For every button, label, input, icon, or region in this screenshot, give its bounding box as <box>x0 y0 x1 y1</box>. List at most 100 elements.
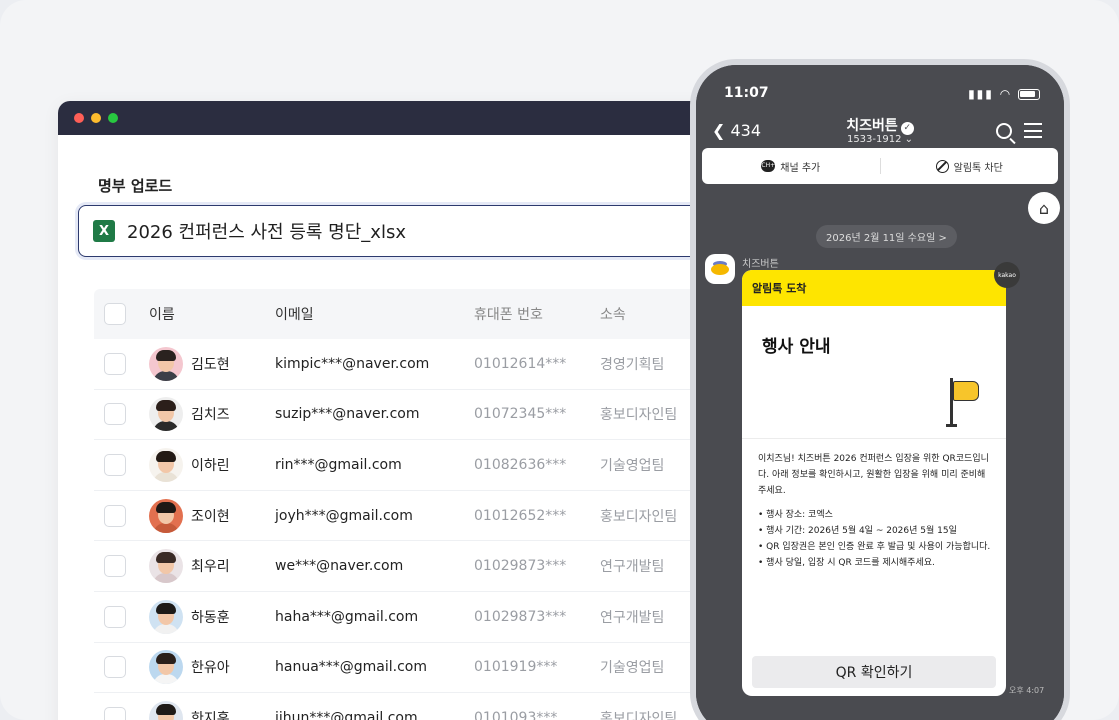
email-cell: kimpic***@naver.com <box>275 355 430 372</box>
date-pill[interactable]: 2026년 2월 11일 수요일 > <box>816 225 957 248</box>
message-bullet: • QR 입장권은 본인 인증 완료 후 발급 및 사용이 가능합니다. <box>758 542 991 552</box>
row-checkbox[interactable] <box>104 605 126 628</box>
person-name: 조이현 <box>191 508 230 525</box>
canvas: 명부 업로드 X 2026 컨퍼런스 사전 등록 명단_xlsx 이름 이메일 … <box>0 0 1119 720</box>
alimtalk-message-card: 알림톡 도착 행사 안내 이치즈님! 치즈버튼 2026 컨퍼런스 입장을 위한… <box>742 270 1006 696</box>
select-all-checkbox[interactable] <box>104 303 126 325</box>
header-dept: 소속 <box>600 307 626 323</box>
row-checkbox[interactable] <box>104 656 126 679</box>
person-name: 한지훈 <box>191 710 230 720</box>
table-row[interactable]: 한지훈 jihun***@gmail.com 0101093*** 홍보디자인팀 <box>94 693 758 720</box>
name-cell: 한유아 <box>149 650 230 685</box>
home-icon[interactable]: ⌂ <box>1028 192 1060 224</box>
table-row[interactable]: 김도현 kimpic***@naver.com 01012614*** 경영기획팀 <box>94 339 758 390</box>
email-cell: jihun***@gmail.com <box>275 709 418 720</box>
table-row[interactable]: 이하린 rin***@gmail.com 01082636*** 기술영업팀 <box>94 440 758 491</box>
table-row[interactable]: 김치즈 suzip***@naver.com 01072345*** 홍보디자인팀 <box>94 390 758 441</box>
avatar <box>149 599 183 634</box>
dept-cell: 홍보디자인팀 <box>600 407 678 424</box>
status-icons: ▮▮▮ ◠ <box>968 87 1040 101</box>
table-row[interactable]: 조이현 joyh***@gmail.com 01012652*** 홍보디자인팀 <box>94 491 758 542</box>
email-cell: we***@naver.com <box>275 558 404 575</box>
sender-avatar[interactable] <box>705 254 735 284</box>
name-cell: 이하린 <box>149 447 230 482</box>
table-row[interactable]: 하동훈 haha***@gmail.com 01029873*** 연구개발팀 <box>94 592 758 643</box>
flag-icon <box>946 378 982 428</box>
phone-cell: 01012652*** <box>474 507 567 524</box>
dept-cell: 기술영업팀 <box>600 660 665 677</box>
message-intro: 이치즈님! 치즈버튼 2026 컨퍼런스 입장을 위한 QR코드입니다. 아래 … <box>758 454 989 496</box>
name-cell: 한지훈 <box>149 700 230 720</box>
avatar <box>149 397 183 432</box>
header-phone: 휴대폰 번호 <box>474 307 543 323</box>
close-window-button[interactable] <box>74 113 84 123</box>
sender-name: 치즈버튼 <box>742 259 779 270</box>
maximize-window-button[interactable] <box>108 113 118 123</box>
window-titlebar <box>58 101 758 135</box>
divider <box>742 438 1006 439</box>
person-name: 김치즈 <box>191 407 230 424</box>
row-checkbox[interactable] <box>104 352 126 375</box>
dept-cell: 홍보디자인팀 <box>600 508 678 525</box>
block-alimtalk-button[interactable]: 알림톡 차단 <box>881 159 1059 174</box>
search-icon[interactable] <box>996 123 1012 139</box>
block-icon <box>935 159 949 173</box>
roster-table: 이름 이메일 휴대폰 번호 소속 김도현 kimpic***@naver.com 0… <box>94 289 758 720</box>
phone-cell: 01029873*** <box>474 558 567 575</box>
name-cell: 조이현 <box>149 498 230 533</box>
person-name: 한유아 <box>191 660 230 677</box>
email-cell: hanua***@gmail.com <box>275 659 428 676</box>
card-title: 행사 안내 <box>762 337 831 357</box>
menu-icon[interactable] <box>1024 123 1042 138</box>
upload-section-title: 명부 업로드 <box>98 177 173 195</box>
phone-cell: 01072345*** <box>474 406 567 423</box>
channel-add-icon: CH+ <box>761 160 776 172</box>
email-cell: joyh***@gmail.com <box>275 507 413 524</box>
name-cell: 김도현 <box>149 346 230 381</box>
row-checkbox[interactable] <box>104 403 126 426</box>
desktop-window: 명부 업로드 X 2026 컨퍼런스 사전 등록 명단_xlsx 이름 이메일 … <box>58 101 758 720</box>
dept-cell: 연구개발팀 <box>600 559 665 576</box>
header-email: 이메일 <box>275 307 314 323</box>
row-checkbox[interactable] <box>104 453 126 476</box>
avatar <box>149 498 183 533</box>
table-row[interactable]: 최우리 we***@naver.com 01029873*** 연구개발팀 <box>94 541 758 592</box>
avatar <box>149 549 183 584</box>
avatar <box>149 346 183 381</box>
row-checkbox[interactable] <box>104 555 126 578</box>
row-checkbox[interactable] <box>104 504 126 527</box>
channel-action-bar: CH+ 채널 추가 알림톡 차단 <box>702 148 1058 184</box>
avatar <box>149 447 183 482</box>
table-header: 이름 이메일 휴대폰 번호 소속 <box>94 289 758 339</box>
email-cell: suzip***@naver.com <box>275 406 420 423</box>
add-channel-button[interactable]: CH+ 채널 추가 <box>702 159 880 174</box>
avatar <box>149 700 183 720</box>
table-row[interactable]: 한유아 hanua***@gmail.com 0101919*** 기술영업팀 <box>94 643 758 694</box>
phone-cell: 01082636*** <box>474 456 567 473</box>
file-name: 2026 컨퍼런스 사전 등록 명단_xlsx <box>127 222 406 243</box>
message-body: 이치즈님! 치즈버튼 2026 컨퍼런스 입장을 위한 QR코드입니다. 아래 … <box>758 451 992 571</box>
message-bullet: • 행사 기간: 2026년 5월 4일 ~ 2026년 5월 15일 <box>758 526 957 536</box>
person-name: 하동훈 <box>191 609 230 626</box>
name-cell: 김치즈 <box>149 397 230 432</box>
minimize-window-button[interactable] <box>91 113 101 123</box>
kakao-badge: kakao <box>994 262 1020 288</box>
message-bullet: • 행사 장소: 코엑스 <box>758 510 833 520</box>
file-upload-field[interactable]: X 2026 컨퍼런스 사전 등록 명단_xlsx <box>78 205 758 257</box>
name-cell: 하동훈 <box>149 599 230 634</box>
excel-file-icon: X <box>93 220 120 242</box>
header-name: 이름 <box>149 307 175 323</box>
person-name: 최우리 <box>191 559 230 576</box>
message-bullet: • 행사 당일, 입장 시 QR 코드를 제시해주세요. <box>758 558 935 568</box>
card-header: 알림톡 도착 <box>742 270 1006 306</box>
email-cell: rin***@gmail.com <box>275 456 402 473</box>
dept-cell: 기술영업팀 <box>600 457 665 474</box>
phone-cell: 01012614*** <box>474 355 567 372</box>
dept-cell: 홍보디자인팀 <box>600 710 678 720</box>
qr-confirm-button[interactable]: QR 확인하기 <box>752 656 996 688</box>
dept-cell: 연구개발팀 <box>600 609 665 626</box>
name-cell: 최우리 <box>149 549 230 584</box>
row-checkbox[interactable] <box>104 706 126 720</box>
phone-cell: 0101919*** <box>474 659 558 676</box>
person-name: 이하린 <box>191 457 230 474</box>
